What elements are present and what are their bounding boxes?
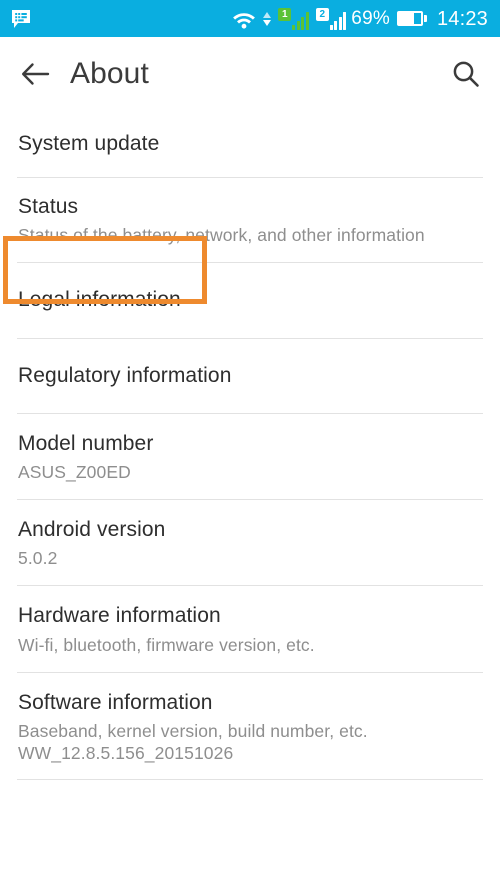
signal-bars-sim1-icon: 1 [278, 7, 309, 30]
list-item-android-version[interactable]: Android version 5.0.2 [0, 500, 500, 585]
list-item-title: Android version [18, 518, 166, 542]
page-title: About [70, 57, 149, 90]
list-item-build-number: WW_12.8.5.156_20151026 [18, 743, 234, 764]
sim2-bar-3 [338, 16, 342, 30]
list-item-title: Model number [18, 431, 154, 455]
list-item-status[interactable]: Status Status of the battery, network, a… [0, 178, 500, 262]
app-bar: About [0, 37, 500, 111]
list-item-subtitle: 5.0.2 [18, 548, 58, 569]
sim1-badge: 1 [278, 7, 292, 21]
status-bar-notifications [10, 8, 32, 30]
sim1-bar-2 [296, 20, 300, 30]
battery-fill [398, 13, 415, 24]
data-up-arrow-icon [263, 11, 272, 18]
battery-percent-label: 69% [351, 8, 390, 29]
battery-icon [396, 11, 427, 26]
sim1-bar-4 [305, 11, 309, 30]
status-bar-indicators: 1 2 69% 14:23 [231, 7, 488, 30]
list-item-title: Hardware information [18, 604, 221, 628]
sim2-bars [329, 11, 347, 30]
list-item-model-number[interactable]: Model number ASUS_Z00ED [0, 414, 500, 499]
list-item-subtitle: Baseband, kernel version, build number, … [18, 720, 368, 741]
search-icon[interactable] [446, 54, 486, 94]
list-item-subtitle: ASUS_Z00ED [18, 461, 131, 482]
data-down-arrow-icon [263, 19, 272, 26]
list-item-subtitle: Status of the battery, network, and othe… [18, 225, 425, 246]
sim2-bar-1 [329, 24, 333, 30]
list-item-legal-information[interactable]: Legal information [0, 263, 500, 337]
list-item-system-update[interactable]: System update [0, 111, 500, 177]
sim1-bar-1 [292, 24, 296, 30]
divider [17, 778, 483, 780]
sim1-bars [292, 11, 309, 30]
battery-body [396, 11, 423, 26]
wifi-icon [231, 9, 257, 29]
status-bar[interactable]: 1 2 69% 14:23 [0, 0, 500, 37]
list-item-software-information[interactable]: Software information Baseband, kernel ve… [0, 673, 500, 779]
data-transfer-arrows-icon [263, 11, 272, 26]
back-arrow-icon[interactable] [18, 57, 52, 91]
list-item-title: Status [18, 195, 79, 219]
list-item-title: System update [18, 132, 160, 155]
status-bar-clock: 14:23 [436, 7, 488, 30]
sim2-bar-2 [334, 20, 338, 30]
settings-list: System update Status Status of the batte… [0, 111, 500, 780]
list-item-title: Software information [18, 690, 213, 714]
list-item-hardware-information[interactable]: Hardware information Wi-fi, bluetooth, f… [0, 586, 500, 671]
sim2-badge: 2 [315, 7, 329, 21]
message-bubble-icon [10, 8, 32, 30]
sim1-bar-3 [301, 16, 305, 30]
list-item-subtitle: Wi-fi, bluetooth, firmware version, etc. [18, 634, 315, 655]
signal-bars-sim2-icon: 2 [315, 7, 347, 30]
battery-cap [423, 15, 427, 22]
list-item-title: Regulatory information [18, 363, 232, 387]
sim2-bar-4 [343, 11, 347, 30]
list-item-regulatory-information[interactable]: Regulatory information [0, 339, 500, 413]
list-item-title: Legal information [18, 288, 181, 312]
